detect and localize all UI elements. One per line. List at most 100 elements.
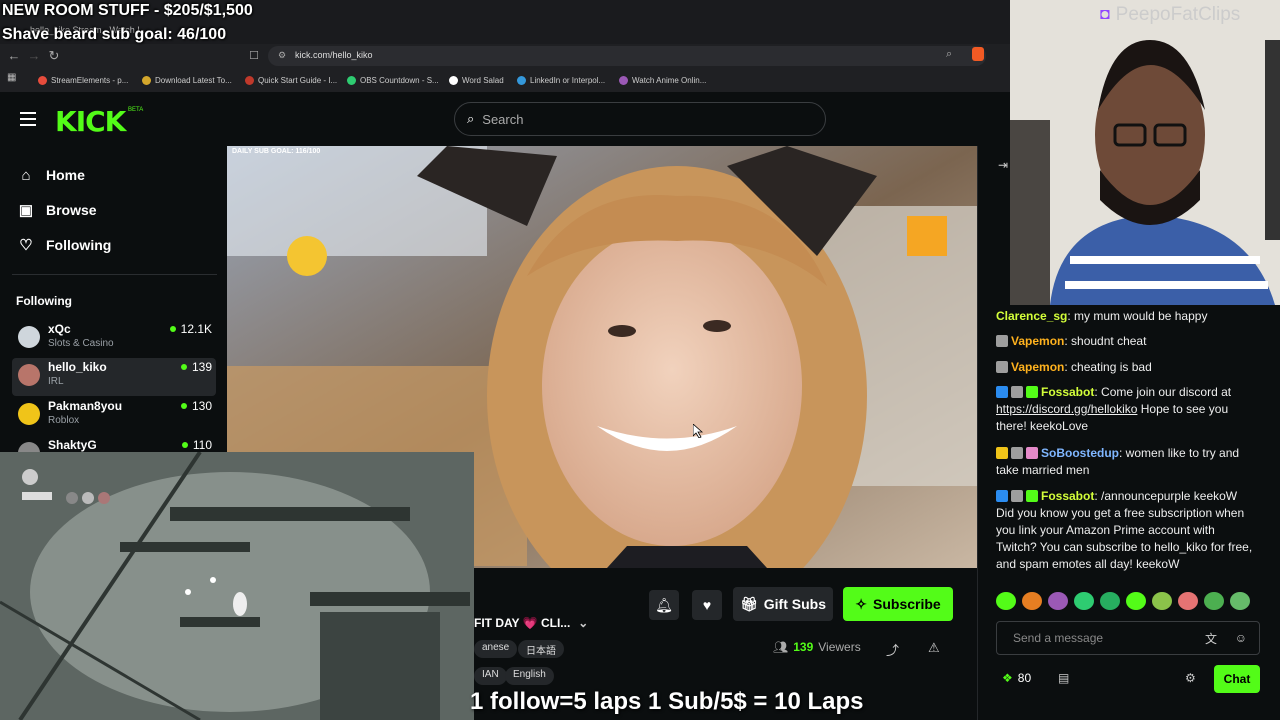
- emote-icon[interactable]: [1152, 592, 1172, 610]
- live-dot-icon: [180, 403, 187, 409]
- chat-message: Fossabot: /announcepurple keekoW Did you…: [996, 489, 1253, 571]
- message-placeholder: Send a message: [1013, 631, 1104, 645]
- avatar: [18, 364, 40, 386]
- subscribe-button[interactable]: ✧ Subscribe: [843, 587, 953, 621]
- settings-icon[interactable]: ⚙: [1185, 671, 1196, 685]
- live-dot-icon: [181, 442, 188, 448]
- chat-send-button[interactable]: Chat: [1214, 665, 1260, 693]
- apps-icon[interactable]: ▦: [7, 72, 16, 83]
- forward-icon[interactable]: →: [26, 48, 42, 64]
- chat-username[interactable]: Fossabot: [1041, 385, 1094, 399]
- bookmark-favicon-icon: [245, 75, 254, 85]
- browse-icon: ▣: [18, 202, 34, 219]
- chat-badge-icon: [996, 335, 1008, 347]
- sidebar-channel-xqc[interactable]: xQc Slots & Casino 12.1K: [12, 320, 216, 358]
- bookmark-item[interactable]: Word Salad: [449, 73, 504, 87]
- chat-message: Clarence_sg: my mum would be happy: [996, 309, 1208, 323]
- sidebar-channel-hello_kiko[interactable]: hello_kiko IRL 139: [12, 358, 216, 396]
- zoom-icon[interactable]: ⌕: [946, 48, 952, 61]
- sidebar-channel-pakman8you[interactable]: Pakman8you Roblox 130: [12, 397, 216, 435]
- menu-icon[interactable]: [20, 112, 36, 126]
- tag-asian[interactable]: IAN: [474, 667, 507, 685]
- bookmark-item[interactable]: Quick Start Guide - I...: [245, 73, 337, 87]
- emote-icon[interactable]: [1178, 592, 1198, 610]
- sidebar-divider: [12, 274, 217, 275]
- bookmark-favicon-icon: [619, 75, 628, 85]
- stream-title-text: FIT DAY 💗 CLI...: [474, 616, 571, 630]
- emoji-icon[interactable]: ☺: [1235, 631, 1247, 645]
- reload-icon[interactable]: ↻: [46, 48, 62, 64]
- tag-english[interactable]: English: [505, 667, 554, 685]
- bookmark-icon[interactable]: ☐: [246, 48, 262, 64]
- viewer-label: Viewers: [818, 640, 861, 654]
- room-goal: NEW ROOM STUFF - $205/$1,500: [2, 2, 253, 19]
- bookmark-item[interactable]: Download Latest To...: [142, 73, 232, 87]
- collapse-chat-icon[interactable]: ⇥: [998, 158, 1008, 172]
- chat-message: Vapemon: cheating is bad: [996, 359, 1258, 376]
- share-icon[interactable]: ⤴: [886, 640, 899, 659]
- bookmark-item[interactable]: StreamElements - p...: [38, 73, 128, 87]
- tag-japanese[interactable]: anese: [474, 640, 518, 658]
- message-input[interactable]: Send a message 文 ☺: [996, 621, 1260, 655]
- store-icon[interactable]: ▤: [1058, 671, 1069, 685]
- bookmark-item[interactable]: Watch Anime Onlin...: [619, 73, 706, 87]
- nav-following-label: Following: [46, 237, 112, 253]
- nav-home[interactable]: ⌂ Home: [18, 163, 85, 187]
- channel-viewers: 110: [181, 438, 212, 452]
- chat-badge-icon: [1026, 447, 1038, 459]
- chat-username[interactable]: Vapemon: [1011, 360, 1064, 374]
- chat-badge-icon: [996, 490, 1008, 502]
- tag-nihongo[interactable]: 日本語: [518, 640, 564, 658]
- nav-following[interactable]: ♡ Following: [18, 233, 111, 257]
- chat-username[interactable]: Vapemon: [1011, 334, 1064, 348]
- nav-home-label: Home: [46, 167, 85, 183]
- emote-icon[interactable]: [1126, 592, 1146, 610]
- kick-logo[interactable]: KICK: [55, 105, 126, 138]
- channel-points[interactable]: ❖ 80: [1002, 671, 1031, 685]
- chat-link[interactable]: https://discord.gg/hellokiko: [996, 402, 1137, 416]
- daily-sub-goal: DAILY SUB GOAL: 116/100: [232, 148, 321, 155]
- bookmark-item[interactable]: OBS Countdown - S...: [347, 73, 439, 87]
- emote-icon[interactable]: [1230, 592, 1250, 610]
- bookmark-label: OBS Countdown - S...: [360, 75, 439, 85]
- emote-icon[interactable]: [996, 592, 1016, 610]
- game-scene: [0, 452, 474, 720]
- gift-subs-label: Gift Subs: [763, 596, 826, 612]
- channel-name: hello_kiko: [48, 360, 107, 374]
- channel-viewers: 139: [180, 360, 212, 374]
- report-icon[interactable]: ⚠: [928, 640, 940, 656]
- beard-goal: Shave beard sub goal: 46/100: [2, 26, 227, 43]
- chat-message: Vapemon: shoudnt cheat: [996, 333, 1258, 350]
- bookmark-item[interactable]: LinkedIn or Interpol...: [517, 73, 605, 87]
- sidebar-channel-shaktyg[interactable]: ShaktyG 110: [12, 436, 216, 452]
- emote-icon[interactable]: [1100, 592, 1120, 610]
- notify-button[interactable]: 🔔︎: [649, 590, 679, 620]
- gift-subs-button[interactable]: 🎁︎ Gift Subs: [733, 587, 833, 621]
- search-input[interactable]: ⌕ Search: [454, 102, 826, 136]
- translate-icon[interactable]: 文: [1205, 630, 1217, 647]
- nav-browse[interactable]: ▣ Browse: [18, 198, 97, 222]
- chat-username[interactable]: Clarence_sg: [996, 309, 1067, 323]
- back-icon[interactable]: ←: [6, 48, 22, 64]
- home-icon: ⌂: [21, 166, 31, 184]
- bell-icon: 🔔︎: [655, 596, 673, 613]
- emote-icon[interactable]: [1074, 592, 1094, 610]
- channel-viewer-count: 110: [192, 438, 212, 452]
- brave-shield-icon[interactable]: [972, 47, 984, 61]
- webcam-overlay: [1010, 0, 1280, 305]
- viewer-count: 👥︎ 139 Viewers: [773, 640, 861, 654]
- channel-viewers: 130: [180, 399, 212, 413]
- follow-button[interactable]: ♥: [692, 590, 722, 620]
- emote-icon[interactable]: [1022, 592, 1042, 610]
- laps-banner: 1 follow=5 laps 1 Sub/5$ = 10 Laps: [470, 688, 864, 715]
- bookmark-favicon-icon: [38, 75, 47, 85]
- emote-icon[interactable]: [1048, 592, 1068, 610]
- chat-username[interactable]: SoBoostedup: [1041, 446, 1119, 460]
- address-bar[interactable]: [268, 46, 986, 66]
- site-info-icon[interactable]: ⚙: [278, 50, 286, 61]
- chevron-down-icon[interactable]: ⌄: [578, 616, 588, 630]
- emote-bar[interactable]: [996, 592, 1260, 612]
- chat-username[interactable]: Fossabot: [1041, 489, 1094, 503]
- avatar: [18, 326, 40, 348]
- emote-icon[interactable]: [1204, 592, 1224, 610]
